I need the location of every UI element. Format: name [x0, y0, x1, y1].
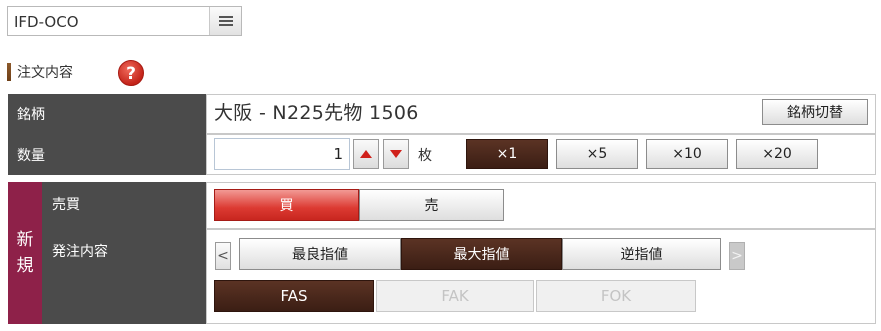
- new-order-label: 新 規: [8, 182, 42, 324]
- order-content-label: 発注内容: [42, 229, 206, 324]
- quantity-input[interactable]: 1: [214, 138, 350, 170]
- arrow-down-icon: [390, 150, 402, 158]
- arrow-up-icon: [360, 150, 372, 158]
- quantity-unit: 枚: [418, 148, 432, 164]
- symbol-label: 銘柄: [8, 94, 206, 134]
- quantity-decrement-button[interactable]: [383, 139, 409, 169]
- order-type-value: IFD-OCO: [14, 13, 79, 31]
- multiplier-x1-button[interactable]: ×1: [466, 139, 548, 169]
- condition-fok-button[interactable]: FOK: [536, 280, 696, 312]
- multiplier-x20-button[interactable]: ×20: [736, 139, 818, 169]
- side-label: 売買: [42, 182, 206, 229]
- section-title: 注文内容: [17, 65, 73, 81]
- change-symbol-button[interactable]: 銘柄切替: [762, 99, 868, 125]
- new-order-label-char-1: 新: [16, 230, 34, 250]
- multiplier-x10-button[interactable]: ×10: [646, 139, 728, 169]
- quantity-increment-button[interactable]: [353, 139, 379, 169]
- chevron-left-icon[interactable]: <: [215, 242, 231, 270]
- new-order-label-char-2: 規: [16, 256, 34, 276]
- symbol-value: 大阪 - N225先物 1506: [214, 102, 419, 124]
- hamburger-menu-icon[interactable]: [209, 7, 241, 35]
- buy-button[interactable]: 買: [214, 189, 359, 221]
- section-heading: 注文内容: [7, 62, 73, 82]
- section-marker: [7, 63, 11, 81]
- chevron-right-icon[interactable]: >: [729, 242, 745, 270]
- condition-fas-button[interactable]: FAS: [214, 280, 374, 312]
- multiplier-x5-button[interactable]: ×5: [556, 139, 638, 169]
- order-method-best-limit-button[interactable]: 最良指値: [239, 238, 401, 270]
- help-icon[interactable]: ?: [118, 60, 144, 86]
- order-type-select[interactable]: IFD-OCO: [7, 6, 242, 36]
- condition-fak-button[interactable]: FAK: [376, 280, 534, 312]
- order-method-max-limit-button[interactable]: 最大指値: [401, 238, 562, 270]
- order-method-stop-button[interactable]: 逆指値: [562, 238, 721, 270]
- quantity-label: 数量: [8, 134, 206, 175]
- sell-button[interactable]: 売: [359, 189, 504, 221]
